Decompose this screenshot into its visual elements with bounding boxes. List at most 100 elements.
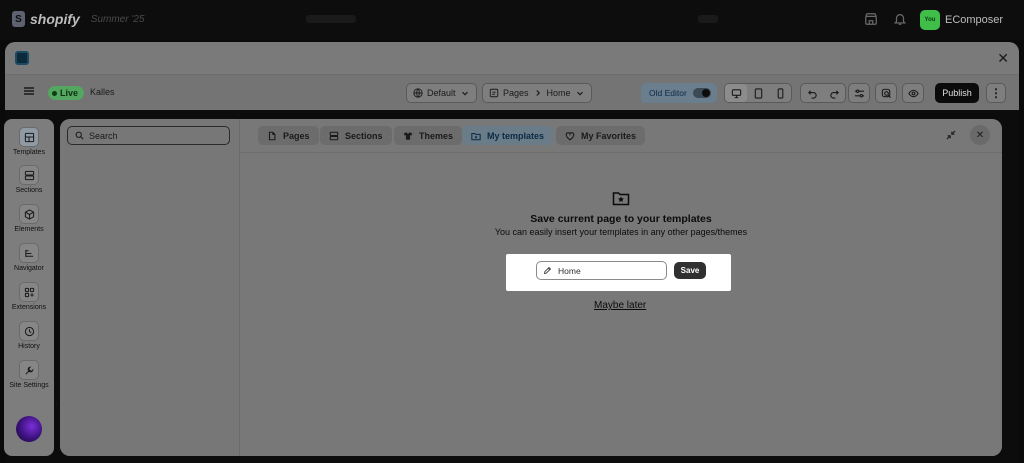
maybe-later-link[interactable]: Maybe later — [594, 300, 646, 311]
sidebar-item-elements[interactable]: Elements — [4, 204, 54, 233]
bell-icon[interactable] — [893, 12, 907, 26]
sidebar-item-label: Templates — [13, 149, 45, 156]
search-icon — [75, 131, 84, 140]
current-page-label: Home — [546, 88, 571, 98]
sidebar-item-label: Extensions — [11, 304, 47, 311]
mobile-view-button[interactable] — [769, 84, 791, 102]
desktop-icon — [731, 88, 741, 98]
folder-star-icon — [471, 132, 481, 140]
pages-label: Pages — [503, 88, 529, 98]
save-template-card: Save — [506, 254, 731, 291]
sidebar-item-sections[interactable]: Sections — [4, 165, 54, 194]
sliders-icon — [854, 88, 864, 98]
redo-icon — [829, 89, 839, 99]
sidebar-item-navigator[interactable]: Navigator — [4, 243, 54, 272]
shopify-edition: Summer '25 — [90, 13, 145, 25]
shopify-search[interactable] — [306, 15, 356, 23]
pencil-icon — [543, 266, 552, 275]
template-name-input[interactable] — [558, 265, 658, 276]
close-app-button[interactable]: ✕ — [997, 50, 1009, 67]
elements-icon — [19, 204, 39, 224]
history-icon — [19, 321, 39, 341]
undo-button[interactable] — [801, 84, 823, 102]
save-title: Save current page to your templates — [530, 213, 712, 225]
tab-label: My templates — [487, 130, 545, 141]
sections-icon — [19, 165, 39, 185]
eye-icon — [907, 89, 919, 97]
preview-button[interactable] — [902, 83, 924, 103]
sidebar-item-label: Sections — [15, 187, 43, 194]
chevron-right-icon — [535, 90, 540, 96]
navigator-icon — [19, 243, 39, 263]
store-icon[interactable] — [864, 12, 878, 26]
search-input[interactable] — [89, 130, 219, 141]
tab-themes[interactable]: Themes — [394, 126, 463, 145]
sidebar-item-templates[interactable]: Templates — [4, 127, 54, 156]
live-label: Live — [60, 88, 79, 98]
tab-my-templates[interactable]: My templates — [462, 126, 554, 145]
minimize-panel-button[interactable] — [942, 126, 960, 144]
old-editor-toggle[interactable]: Old Editor — [641, 83, 717, 103]
panel-window-controls: ✕ — [942, 125, 990, 145]
save-subtitle: You can easily insert your templates in … — [494, 227, 748, 237]
live-dot-icon — [52, 90, 57, 96]
extensions-icon — [19, 282, 39, 302]
store-switcher[interactable]: You EComposer — [920, 10, 1003, 30]
ecomposer-logo-icon — [15, 51, 29, 65]
store-avatar: You — [920, 10, 940, 30]
shrink-icon — [946, 130, 956, 140]
tab-label: My Favorites — [581, 130, 637, 141]
settings-sliders-button[interactable] — [848, 83, 870, 103]
user-avatar[interactable] — [16, 416, 42, 442]
left-sidebar: Templates Sections Elements Navigator Ex… — [4, 119, 58, 456]
shopify-search-shortcut — [698, 15, 718, 23]
theme-dropdown[interactable]: Default — [406, 83, 477, 103]
publish-button[interactable]: Publish — [935, 83, 979, 103]
hamburger-menu-icon[interactable] — [23, 85, 35, 97]
template-search[interactable] — [67, 126, 230, 145]
editor-toolbar: Live Kalles Default Pages Home Old Edito… — [5, 74, 1019, 110]
folder-star-icon — [612, 192, 630, 206]
more-options-button[interactable]: ⋮ — [986, 83, 1006, 103]
tab-label: Pages — [283, 130, 310, 141]
undo-icon — [807, 89, 817, 99]
inspect-button[interactable] — [875, 83, 897, 103]
close-panel-button[interactable]: ✕ — [970, 125, 990, 145]
shopify-wordmark: shopify — [30, 11, 80, 27]
sidebar-item-extensions[interactable]: Extensions — [4, 282, 54, 311]
desktop-view-button[interactable] — [725, 84, 747, 102]
tab-label: Sections — [345, 130, 383, 141]
tab-pages[interactable]: Pages — [258, 126, 319, 145]
redo-button[interactable] — [823, 84, 845, 102]
chevron-down-icon — [576, 91, 583, 96]
history-controls — [800, 83, 846, 103]
device-switcher — [724, 83, 792, 103]
chevron-down-icon — [461, 91, 468, 96]
live-status-badge: Live — [48, 86, 85, 100]
sidebar-item-label: Elements — [14, 226, 44, 233]
settings-icon — [19, 360, 39, 380]
app-header: ✕ — [5, 42, 1019, 74]
tab-sections[interactable]: Sections — [320, 126, 392, 145]
save-button[interactable]: Save — [674, 262, 706, 279]
sections-icon — [329, 131, 339, 140]
shopify-bag-icon: S — [12, 11, 25, 27]
sidebar-item-label: History — [18, 343, 40, 350]
sidebar-item-label: Site Settings — [9, 382, 49, 389]
template-name-field[interactable] — [536, 261, 667, 280]
theme-dropdown-label: Default — [427, 88, 456, 98]
page-icon — [489, 88, 499, 98]
sidebar-item-history[interactable]: History — [4, 321, 54, 350]
shopify-logo[interactable]: S shopify Summer '25 — [12, 11, 144, 27]
mobile-icon — [777, 87, 783, 99]
theme-store-name: Kalles — [90, 87, 115, 97]
tab-my-favorites[interactable]: My Favorites — [556, 126, 646, 145]
page-icon — [268, 131, 276, 140]
inspect-icon — [881, 88, 891, 98]
page-dropdown[interactable]: Pages Home — [482, 83, 592, 103]
sidebar-item-site-settings[interactable]: Site Settings — [4, 360, 54, 389]
store-name: EComposer — [945, 14, 1004, 26]
toggle-switch[interactable] — [692, 88, 711, 98]
tablet-view-button[interactable] — [747, 84, 769, 102]
shopify-top-bar: S shopify Summer '25 You EComposer — [0, 0, 1024, 40]
